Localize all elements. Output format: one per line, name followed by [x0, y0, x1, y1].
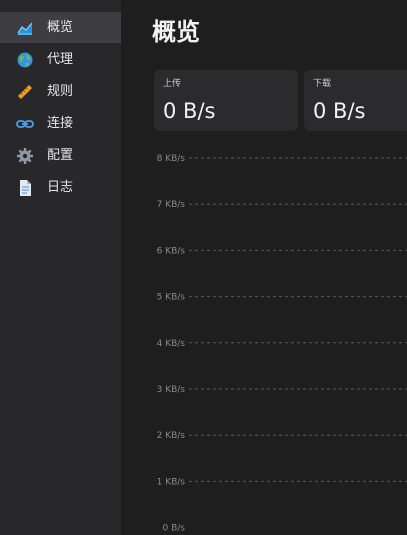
chart-area-icon: [16, 19, 34, 37]
y-tick-label: 0 B/s: [163, 524, 186, 534]
y-tick-label: 6 KB/s: [157, 246, 186, 256]
sidebar-item-proxy[interactable]: 代理: [0, 44, 121, 75]
y-tick-label: 5 KB/s: [157, 293, 186, 303]
page-title: 概览: [152, 18, 200, 46]
sidebar-item-label: 日志: [47, 180, 74, 195]
download-label: 下载: [313, 79, 332, 89]
sidebar-item-label: 概览: [47, 20, 74, 35]
y-tick-label: 1 KB/s: [157, 477, 186, 487]
sidebar-item-connections[interactable]: 连接: [0, 108, 121, 139]
y-tick-label: 7 KB/s: [157, 200, 186, 210]
sidebar-item-label: 规则: [47, 84, 74, 99]
main-content: 概览 上传 0 B/s 下载 0 B/s 8 KB/s 7 KB/s 6 KB/s 5…: [121, 0, 407, 535]
ruler-icon: [16, 83, 34, 101]
sidebar-item-config[interactable]: 配置: [0, 140, 121, 171]
sidebar-item-label: 配置: [47, 148, 74, 163]
sidebar-item-label: 代理: [47, 52, 74, 67]
download-value: 0 B/s: [313, 99, 366, 123]
download-stat-card: 下载 0 B/s: [304, 70, 407, 131]
y-tick-label: 3 KB/s: [157, 385, 186, 395]
upload-label: 上传: [163, 79, 182, 89]
gear-icon: [16, 147, 34, 165]
y-tick-label: 8 KB/s: [157, 154, 186, 164]
y-tick-label: 2 KB/s: [157, 431, 186, 441]
upload-value: 0 B/s: [163, 99, 216, 123]
link-icon: [16, 115, 34, 133]
sidebar: 概览 代理 规则 连接 配置 日志: [0, 0, 121, 535]
globe-icon: [16, 51, 34, 69]
sidebar-item-label: 连接: [47, 116, 74, 131]
app-window: 概览 代理 规则 连接 配置 日志 概览 上传 0 B/s 下载 0 B/s 8…: [0, 0, 407, 535]
sidebar-item-logs[interactable]: 日志: [0, 172, 121, 203]
sidebar-item-rules[interactable]: 规则: [0, 76, 121, 107]
traffic-chart: 8 KB/s 7 KB/s 6 KB/s 5 KB/s 4 KB/s 3 KB/s 2 KB…: [157, 154, 407, 534]
sidebar-item-overview[interactable]: 概览: [0, 12, 121, 43]
upload-stat-card: 上传 0 B/s: [154, 70, 298, 131]
document-icon: [16, 179, 34, 197]
y-tick-label: 4 KB/s: [157, 339, 186, 349]
